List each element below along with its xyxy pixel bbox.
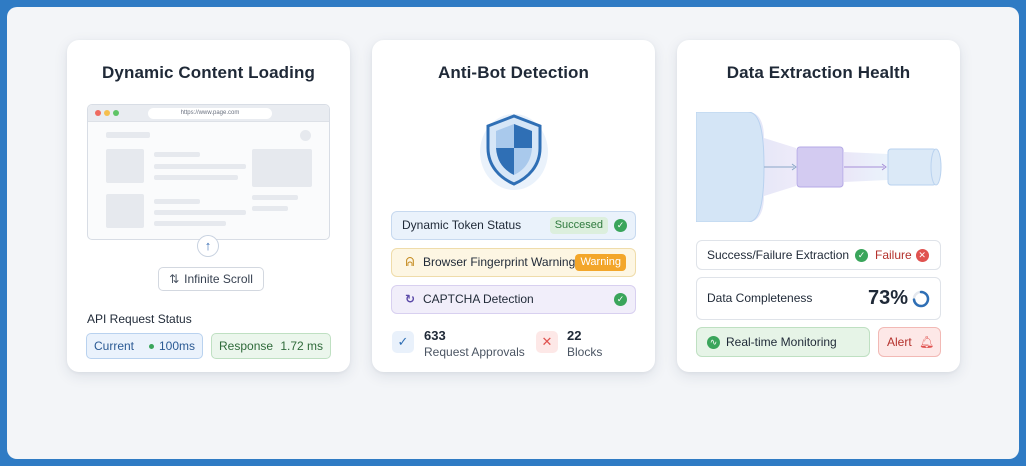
response-latency-pill: Response 1.72 ms (211, 333, 331, 359)
fingerprint-warning-label: Browser Fingerprint Warning (423, 255, 576, 269)
failure-label: Failure (875, 248, 912, 262)
skeleton-line (154, 164, 246, 169)
api-status-label: API Request Status (87, 312, 192, 326)
skeleton-line (154, 175, 238, 180)
status-dot-icon (148, 344, 154, 350)
completeness-label: Data Completeness (707, 291, 813, 305)
dynamic-content-card: Dynamic Content Loading https://www.page… (67, 40, 350, 372)
response-label: Response (219, 339, 274, 353)
alert-button[interactable]: Alert 🔔︎ (878, 327, 941, 357)
x-icon: ✕ (536, 331, 558, 353)
fingerprint-warning-row: ᕱ Browser Fingerprint Warning Warning (391, 248, 636, 277)
refresh-icon: ↻ (404, 292, 416, 306)
scroll-up-button[interactable]: ↑ (197, 235, 219, 257)
check-icon: ✓ (614, 219, 627, 232)
skeleton-image (106, 194, 144, 228)
arrow-up-icon: ↑ (204, 238, 212, 253)
shield-icon (480, 114, 548, 190)
fingerprint-icon: ᕱ (405, 255, 415, 269)
approvals-label: Request Approvals (424, 345, 525, 359)
skeleton-line (154, 199, 200, 204)
skeleton-line (154, 210, 246, 215)
check-icon: ✓ (855, 249, 869, 263)
browser-toolbar: https://www.page.com (88, 105, 329, 122)
captcha-row: ↻ CAPTCHA Detection ✓ (391, 285, 636, 314)
blocks-label: Blocks (567, 345, 603, 359)
skeleton-image (106, 149, 144, 183)
skeleton-line (106, 132, 150, 138)
captcha-label: CAPTCHA Detection (423, 292, 534, 306)
data-funnel-illustration (696, 112, 942, 222)
close-dot-icon (95, 110, 101, 116)
realtime-monitoring-button[interactable]: ∿ Real-time Monitoring (696, 327, 870, 357)
check-icon: ✓ (392, 331, 414, 353)
skeleton-avatar (300, 130, 311, 141)
completeness-value: 73% (868, 287, 909, 309)
monitoring-label: Real-time Monitoring (726, 335, 837, 349)
skeleton-line (252, 195, 298, 200)
address-bar: https://www.page.com (148, 108, 272, 119)
extraction-status-row: Success/Failure Extraction ✓ Failure ✕ (696, 240, 941, 270)
current-latency-pill: Current 100ms (86, 333, 203, 359)
infinite-scroll-button[interactable]: ⇅ Infinite Scroll (158, 267, 264, 291)
canvas-frame: Dynamic Content Loading https://www.page… (7, 7, 1019, 459)
blocks-count: 22 (567, 328, 582, 343)
infinite-scroll-label: Infinite Scroll (184, 272, 253, 286)
card-title: Dynamic Content Loading (102, 63, 315, 82)
maximize-dot-icon (113, 110, 119, 116)
approvals-count: 633 (424, 328, 446, 343)
bell-icon: 🔔︎ (919, 335, 935, 349)
extraction-label: Success/Failure Extraction (707, 248, 850, 262)
extraction-health-card: Data Extraction Health Success/Failure E… (677, 40, 960, 372)
minimize-dot-icon (104, 110, 110, 116)
card-title: Data Extraction Health (726, 63, 911, 82)
check-icon: ✓ (614, 293, 627, 306)
success-badge: Succesed (549, 217, 608, 234)
current-label: Current (94, 339, 135, 353)
skeleton-image (252, 149, 312, 187)
current-value-group: 100ms (148, 334, 195, 358)
token-status-row: Dynamic Token Status Succesed ✓ (391, 211, 636, 240)
sort-icon: ⇅ (169, 272, 180, 286)
x-icon: ✕ (915, 249, 929, 263)
pulse-icon: ∿ (707, 336, 720, 350)
card-title: Anti-Bot Detection (437, 63, 589, 82)
failure-group: Failure ✕ (875, 241, 929, 269)
browser-mockup: https://www.page.com (87, 104, 330, 240)
warning-badge: Warning (575, 254, 626, 271)
completeness-row: Data Completeness 73% (696, 277, 941, 320)
skeleton-line (154, 152, 200, 157)
skeleton-line (154, 221, 226, 226)
current-value: 100ms (158, 339, 195, 353)
alert-label: Alert (887, 335, 912, 349)
progress-ring-icon (912, 290, 930, 308)
skeleton-line (252, 206, 288, 211)
token-status-label: Dynamic Token Status (402, 218, 522, 232)
anti-bot-card: Anti-Bot Detection Dynamic Token Status … (372, 40, 655, 372)
response-value: 1.72 ms (280, 339, 323, 353)
